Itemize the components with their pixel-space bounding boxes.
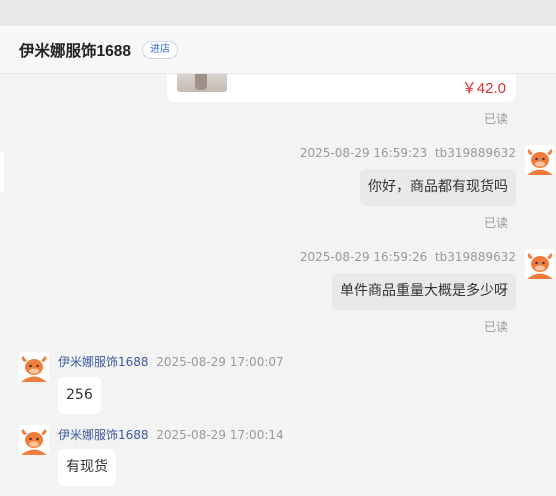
avatar-icon[interactable] (525, 145, 555, 175)
product-thumbnail[interactable] (177, 74, 227, 92)
message-sender[interactable]: 伊米娜服饰1688 (58, 428, 149, 442)
message-bubble[interactable]: 256 (58, 377, 101, 414)
avatar-icon[interactable] (525, 249, 555, 279)
chat-header: 伊米娜服饰1688 进店 (0, 26, 556, 74)
message-meta: 伊米娜服饰1688 2025-08-29 17:00:14 (58, 426, 284, 443)
message-sender: tb319889632 (434, 146, 516, 160)
message-sender: tb319889632 (434, 250, 516, 264)
message-bubble[interactable]: 单件商品重量大概是多少呀 (332, 273, 516, 310)
message-time: 2025-08-29 17:00:14 (156, 428, 284, 442)
message-bubble[interactable]: 有现货 (58, 449, 116, 486)
message-time: 2025-08-29 16:59:26 (299, 250, 428, 264)
message-time: 2025-08-29 17:00:07 (156, 355, 284, 369)
enter-shop-button[interactable]: 进店 (141, 40, 178, 59)
avatar-icon[interactable] (19, 425, 49, 455)
read-status: 已读 (483, 112, 508, 126)
product-price: ￥42.0 (461, 80, 506, 97)
message-meta: 伊米娜服饰1688 2025-08-29 17:00:07 (58, 353, 284, 370)
product-card[interactable]: ￥42.0 (167, 74, 516, 102)
read-status: 已读 (483, 216, 508, 230)
shop-name: 伊米娜服饰1688 (19, 42, 131, 60)
message-meta: 2025-08-29 16:59:23 tb319889632 (300, 146, 516, 160)
top-band (0, 0, 556, 26)
message-sender[interactable]: 伊米娜服饰1688 (58, 355, 149, 369)
left-edge-strip (0, 152, 4, 192)
read-status: 已读 (483, 320, 508, 334)
message-bubble[interactable]: 你好，商品都有现货吗 (360, 169, 516, 206)
message-meta: 2025-08-29 16:59:26 tb319889632 (300, 250, 516, 264)
message-time: 2025-08-29 16:59:23 (299, 146, 428, 160)
avatar-icon[interactable] (19, 352, 49, 382)
